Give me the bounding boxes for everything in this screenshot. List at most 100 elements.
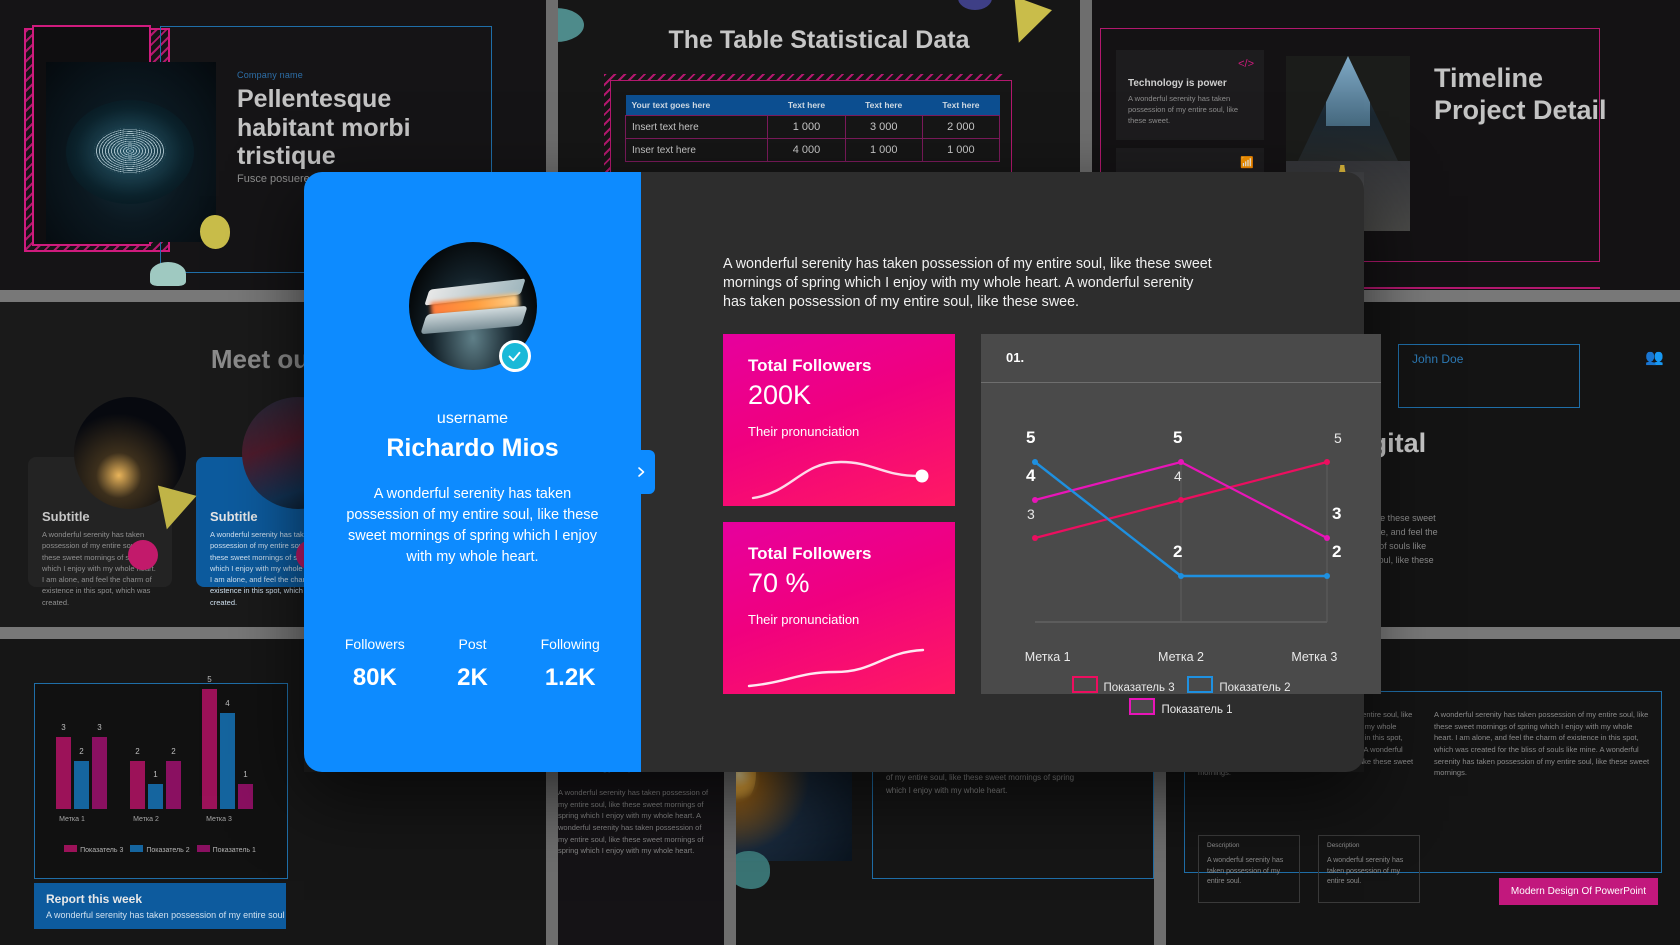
table-row: Inser text here 4 000 1 000 1 000	[624, 138, 1001, 162]
description-title: Description	[1207, 842, 1240, 849]
table-col-0: Your text goes here	[625, 95, 768, 116]
content-panel: A wonderful serenity has taken possessio…	[641, 172, 1381, 772]
legend-label: Показатель 3	[1103, 682, 1175, 694]
description-box-2: Description A wonderful serenity has tak…	[1318, 835, 1420, 903]
intro-paragraph: A wonderful serenity has taken possessio…	[723, 256, 1212, 310]
report-banner: Report this week A wonderful serenity ha…	[34, 883, 286, 929]
x-axis-label: Метка 2	[1158, 650, 1204, 664]
metric-card-followers[interactable]: Total Followers 200K Their pronunciation	[723, 334, 955, 506]
slide-title-heading: Pellentesque habitant morbi tristique	[237, 85, 411, 170]
x-axis-label: Метка 1	[1024, 650, 1071, 664]
check-badge-icon	[498, 340, 531, 372]
timeline-heading: Timeline Project Detail	[1434, 63, 1607, 126]
member-subtitle: Subtitle	[42, 509, 90, 524]
stat-post: Post 2K	[424, 636, 522, 692]
bar-x-label: Метка 2	[133, 816, 159, 823]
legend-item: Показатель 1	[196, 845, 256, 854]
code-brackets-icon: </>	[1238, 58, 1254, 70]
bar-group-1: 3 2 3	[56, 723, 107, 809]
statistical-table: Your text goes here Text here Text here …	[624, 95, 1001, 162]
bar-value: 3	[97, 723, 102, 732]
stat-label: Post	[458, 636, 487, 652]
metric-card-value: 200K	[748, 380, 812, 410]
bar: 3	[92, 723, 107, 809]
chart-x-axis-labels: Метка 1 Метка 2 Метка 3	[981, 650, 1381, 664]
bar: 4	[220, 699, 235, 809]
legend-item-series2: Показатель 2	[1187, 676, 1290, 694]
stat-label: Following	[540, 636, 600, 652]
point-label-x2-s2: 2	[1173, 542, 1183, 561]
cell-r1c2: 1 000	[844, 138, 923, 162]
sparkline-decoration	[751, 460, 929, 500]
bar: 2	[130, 747, 145, 809]
stat-value: 80K	[352, 664, 397, 691]
point-label-x1-s2: 5	[1026, 428, 1036, 447]
metric-card-value: 70 %	[748, 568, 810, 598]
yellow-cone-decoration	[200, 215, 230, 249]
point-label-x2-s1: 4	[1174, 468, 1182, 484]
chart-panel-number: 01.	[1006, 350, 1025, 365]
table-header-row: Your text goes here Text here Text here …	[625, 95, 1000, 116]
bar: 3	[56, 723, 71, 809]
legend-label: Показатель 2	[146, 847, 190, 854]
report-banner-title: Report this week	[46, 892, 143, 906]
bar-value: 5	[207, 675, 212, 684]
profile-overlay-card: username Richardo Mios A wonderful seren…	[304, 172, 1381, 772]
legend-label: Показатель 3	[80, 847, 124, 854]
legend-swatch	[1187, 676, 1214, 693]
legend-swatch	[130, 845, 144, 852]
point-label-x1-s3: 4	[1026, 466, 1036, 485]
profile-full-name: Richardo Mios	[386, 434, 559, 462]
metric-card-percent[interactable]: Total Followers 70 % Their pronunciation	[723, 522, 955, 694]
stat-value: 2K	[457, 664, 488, 691]
teal-blob-decoration	[736, 851, 770, 889]
legend-item: Показатель 2	[130, 845, 190, 854]
line-chart-panel[interactable]: 01. 5 4 3 5 4 2 5 3 2 Метка 1 Метка 2 Ме…	[981, 334, 1381, 716]
legend-item: Показатель 3	[64, 845, 123, 854]
table-col-1: Text here	[767, 95, 846, 116]
report-banner-text: A wonderful serenity has taken possessio…	[46, 910, 285, 920]
pink-dot-decoration	[128, 540, 158, 570]
chart-legend: Показатель 3 Показатель 2 Показатель 1	[981, 676, 1381, 720]
cell-r1c3: 1 000	[921, 138, 1001, 162]
next-slide-button[interactable]	[627, 450, 655, 494]
point-label-x1-s1: 3	[1027, 506, 1035, 522]
profile-panel: username Richardo Mios A wonderful seren…	[304, 172, 641, 772]
stat-label: Followers	[344, 636, 405, 652]
point-label-x3-s1: 5	[1334, 430, 1342, 446]
bar-chart-plot: 3 2 3 2 1 2 5 4 1 Метка 1 Метка 2 Метка …	[34, 675, 286, 843]
person-name: John Doe	[1412, 352, 1464, 366]
bar: 2	[74, 747, 89, 809]
member-subtitle: Subtitle	[210, 509, 258, 524]
bar: 5	[202, 675, 217, 809]
bar-value: 1	[153, 770, 158, 779]
people-group-icon: 👥	[1645, 349, 1664, 366]
teal-blob-decoration	[150, 262, 186, 286]
chevron-right-icon	[638, 467, 645, 477]
stat-following: Following 1.2K	[521, 636, 619, 692]
description-box-1: Description A wonderful serenity has tak…	[1198, 835, 1300, 903]
bar-value: 4	[225, 699, 230, 708]
table-col-2: Text here	[845, 95, 923, 116]
bar: 2	[166, 747, 181, 809]
metric-card-title: Total Followers	[748, 356, 872, 375]
timeline-card-1: </> Technology is power A wonderful sere…	[1116, 50, 1264, 140]
legend-swatch	[64, 845, 78, 852]
table-row: Insert text here 1 000 3 000 2 000	[624, 115, 1001, 139]
stat-followers: Followers 80K	[326, 636, 424, 692]
bar-value: 2	[171, 747, 176, 756]
description-text: A wonderful serenity has taken possessio…	[1207, 857, 1284, 885]
purple-blob-decoration	[958, 0, 992, 10]
bar-x-label: Метка 3	[206, 816, 232, 823]
bar-value: 2	[79, 747, 84, 756]
legend-swatch	[1129, 698, 1156, 716]
bar-value: 3	[61, 723, 66, 732]
bar-x-label: Метка 1	[59, 816, 85, 823]
cell-r1c0: Inser text here	[624, 138, 769, 162]
diagram-text: A wonderful serenity has taken possessio…	[558, 788, 709, 856]
bar-group-3: 5 4 1	[202, 675, 253, 809]
bar-value: 2	[135, 747, 140, 756]
bar-value: 1	[243, 770, 248, 779]
description-text: A wonderful serenity has taken possessio…	[1327, 857, 1404, 885]
company-name-label: Company name	[237, 70, 303, 80]
